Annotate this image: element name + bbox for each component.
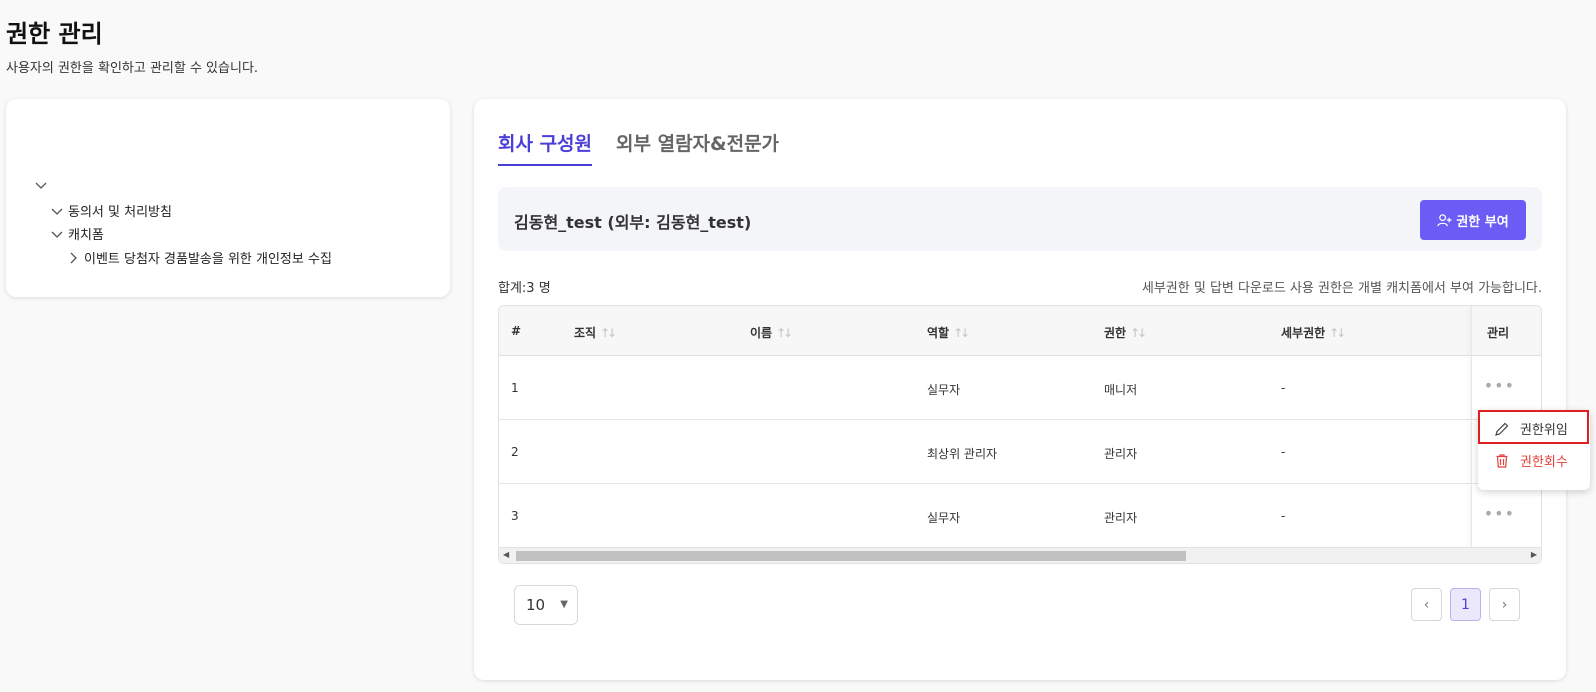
caret-down-icon: ▼ (560, 599, 568, 610)
menu-item-delegate[interactable]: 권한위임 (1494, 419, 1568, 438)
tree-item-event[interactable]: 이벤트 당첨자 경품발송을 위한 개인정보 수집 (66, 248, 332, 267)
tree-item-label: 동의서 및 처리방침 (68, 205, 172, 220)
page-size-select[interactable]: 10 ▼ (514, 585, 578, 625)
chevron-right-icon[interactable] (66, 251, 80, 265)
tree-item-catchform[interactable]: 캐치폼 (50, 224, 104, 243)
cell-detail: - (1281, 509, 1286, 523)
page-size-value: 10 (526, 596, 546, 614)
folder-tree-panel: 동의서 및 처리방침 캐치폼 이벤트 당첨자 경품발송을 위한 개인정보 수집 (6, 99, 450, 297)
scrollbar-thumb[interactable] (516, 551, 1186, 561)
sort-icon[interactable]: ↑↓ (1130, 326, 1147, 340)
table-row: 3 실무자 관리자 - ••• (499, 484, 1541, 548)
tree-item-label: 이벤트 당첨자 경품발송을 위한 개인정보 수집 (84, 252, 332, 267)
menu-item-revoke[interactable]: 권한회수 (1494, 451, 1568, 470)
row-context-menu: 권한위임 권한회수 (1478, 410, 1590, 490)
chevron-down-icon[interactable] (50, 204, 64, 218)
chevron-down-icon[interactable] (50, 227, 64, 241)
table-row: 2 최상위 관리자 관리자 - (499, 420, 1541, 484)
page-button-1[interactable]: 1 (1450, 588, 1481, 621)
pagination: ‹ 1 › (1411, 588, 1520, 621)
cell-permission: 관리자 (1104, 447, 1138, 461)
page-subtitle: 사용자의 권한을 확인하고 관리할 수 있습니다. (6, 61, 259, 76)
grant-permission-label: 권한 부여 (1456, 214, 1509, 230)
sort-icon[interactable]: ↑↓ (600, 326, 617, 340)
total-count: 합계:3 명 (498, 281, 551, 296)
tab-company-members[interactable]: 회사 구성원 (498, 129, 593, 166)
cell-role: 실무자 (927, 383, 961, 397)
cell-detail: - (1281, 381, 1286, 395)
table-header: # 조직 ↑↓ 이름 ↑↓ 역할 ↑↓ 권한 ↑↓ 세부권한 ↑↓ 관리 (499, 306, 1541, 356)
menu-item-label: 권한회수 (1520, 455, 1568, 470)
cell-permission: 매니저 (1104, 383, 1138, 397)
permission-notice: 세부권한 및 답변 다운로드 사용 권한은 개별 캐치폼에서 부여 가능합니다. (1141, 281, 1542, 296)
scroll-left-icon[interactable]: ◀ (503, 550, 509, 559)
tree-item-consent[interactable]: 동의서 및 처리방침 (50, 201, 172, 220)
tab-bar: 회사 구성원 외부 열람자&전문가 (498, 129, 779, 166)
horizontal-scrollbar[interactable]: ◀ ▶ (499, 547, 1541, 563)
selected-user-name: 김동현_test (외부: 김동현_test) (514, 213, 752, 232)
scroll-right-icon[interactable]: ▶ (1531, 550, 1537, 559)
column-header-name[interactable]: 이름 ↑↓ (750, 324, 793, 341)
column-header-detail[interactable]: 세부권한 ↑↓ (1281, 324, 1346, 341)
table-row: 1 실무자 매니저 - ••• (499, 356, 1541, 420)
cell-number: 3 (511, 509, 519, 523)
cell-role: 실무자 (927, 511, 961, 525)
sort-icon[interactable]: ↑↓ (1329, 326, 1346, 340)
members-table: # 조직 ↑↓ 이름 ↑↓ 역할 ↑↓ 권한 ↑↓ 세부권한 ↑↓ 관리 1 실… (498, 305, 1542, 564)
grant-permission-button[interactable]: 권한 부여 (1420, 200, 1526, 240)
page-title: 권한 관리 (6, 20, 103, 48)
column-header-number: # (511, 324, 522, 338)
cell-number: 1 (511, 381, 519, 395)
prev-page-button[interactable]: ‹ (1411, 588, 1442, 621)
column-header-org[interactable]: 조직 ↑↓ (574, 324, 617, 341)
selected-user-bar: 김동현_test (외부: 김동현_test) 권한 부여 (498, 187, 1542, 251)
tab-external-viewers[interactable]: 외부 열람자&전문가 (616, 129, 779, 166)
column-header-role[interactable]: 역할 ↑↓ (927, 324, 970, 341)
permission-panel: 회사 구성원 외부 열람자&전문가 김동현_test (외부: 김동현_test… (474, 99, 1566, 680)
cell-permission: 관리자 (1104, 511, 1138, 525)
tree-item-root[interactable] (34, 178, 52, 192)
tree-item-label: 캐치폼 (68, 228, 104, 243)
add-user-icon (1437, 213, 1452, 226)
trash-icon (1496, 453, 1508, 468)
sort-icon[interactable]: ↑↓ (776, 326, 793, 340)
cell-number: 2 (511, 445, 519, 459)
cell-detail: - (1281, 445, 1286, 459)
cell-role: 최상위 관리자 (927, 447, 998, 461)
pencil-icon (1495, 422, 1509, 436)
chevron-down-icon[interactable] (34, 178, 48, 192)
sort-icon[interactable]: ↑↓ (953, 326, 970, 340)
menu-item-label: 권한위임 (1520, 423, 1568, 438)
column-header-permission[interactable]: 권한 ↑↓ (1104, 324, 1147, 341)
next-page-button[interactable]: › (1489, 588, 1520, 621)
